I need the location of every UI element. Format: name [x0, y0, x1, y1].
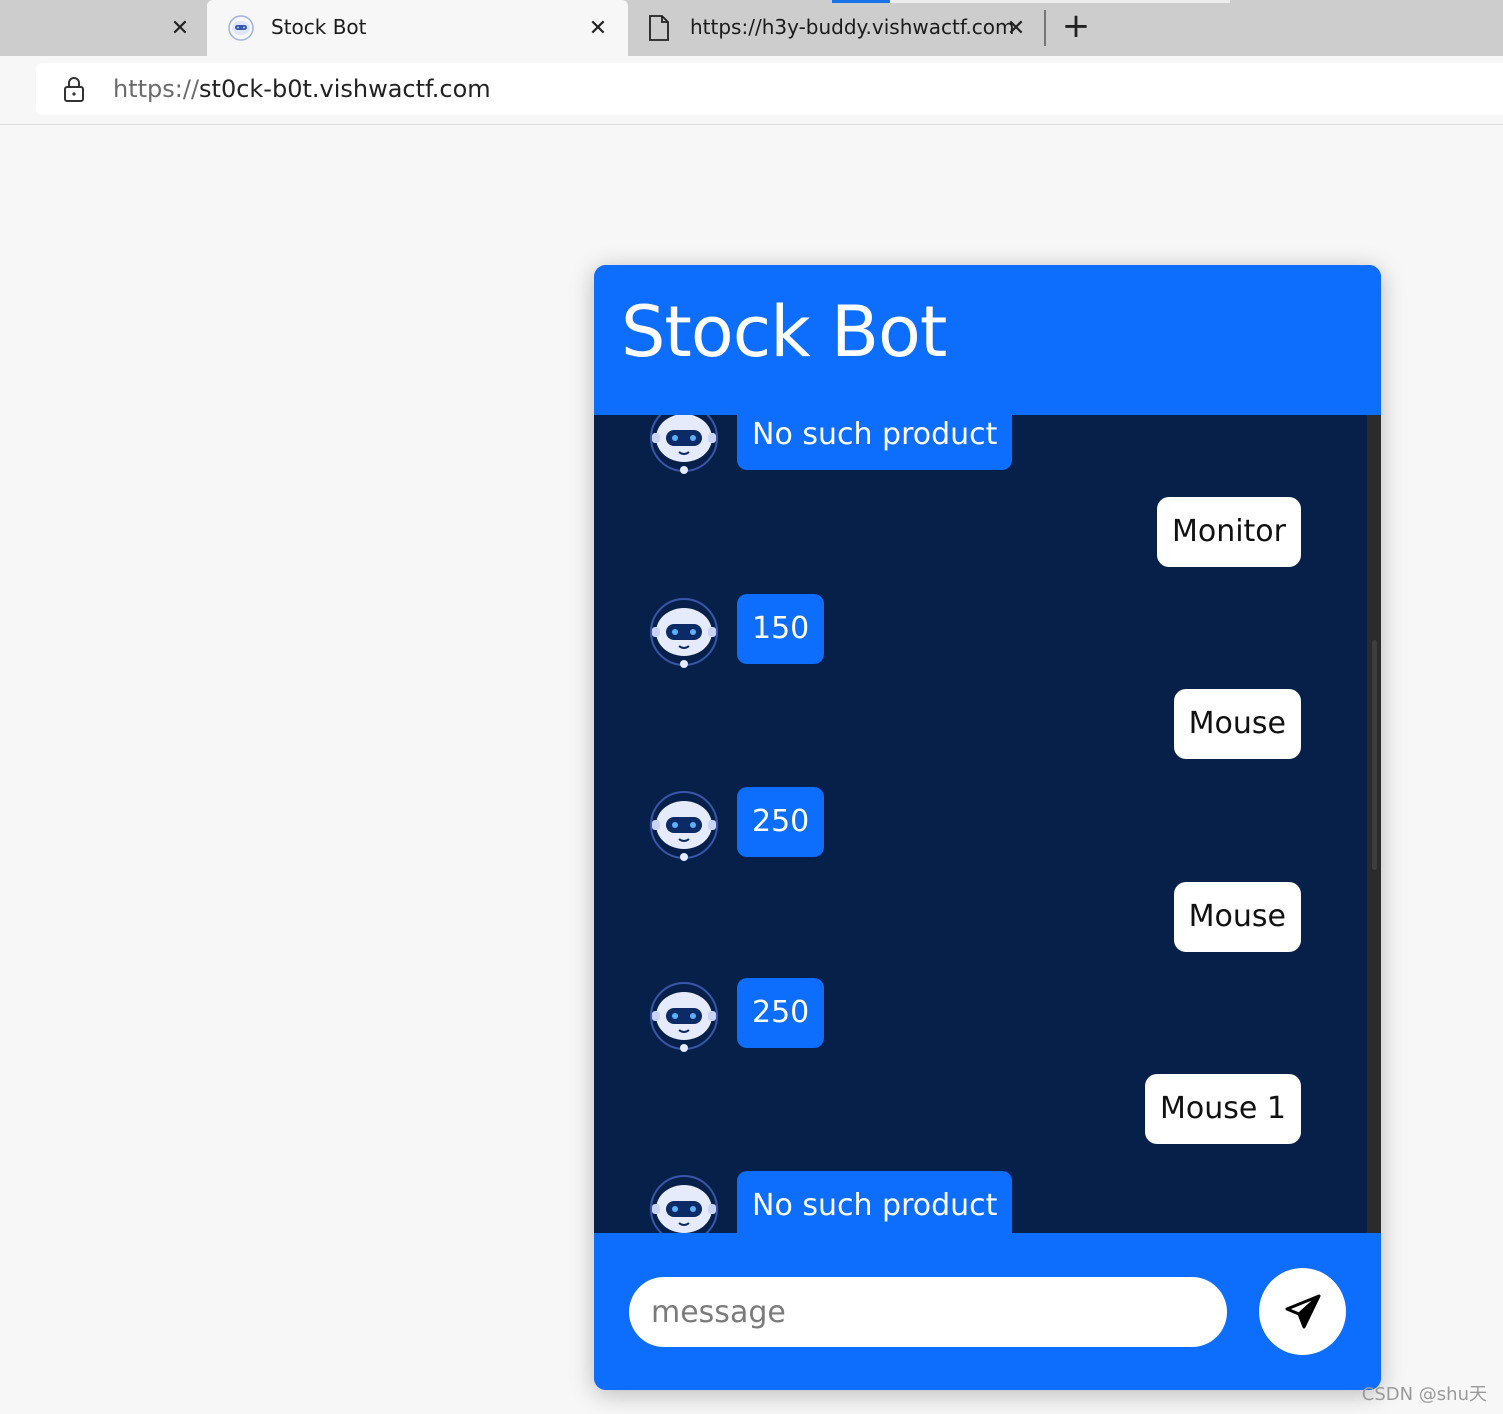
user-message-bubble: Monitor	[1156, 497, 1301, 567]
bot-message: 250	[594, 978, 1367, 1068]
robot-avatar-icon	[644, 594, 724, 674]
new-tab-button[interactable]: +	[1058, 8, 1094, 44]
user-message: Monitor	[594, 497, 1367, 567]
bot-message-bubble: 150	[737, 594, 825, 664]
address-bar: https://st0ck-b0t.vishwactf.com	[0, 56, 1503, 125]
user-message: Mouse 1	[594, 1074, 1367, 1144]
chat-scrollbar-thumb[interactable]	[1372, 640, 1377, 870]
bot-message: 250	[594, 787, 1367, 877]
robot-avatar-icon	[644, 415, 724, 480]
chat-title: Stock Bot	[621, 291, 947, 373]
close-icon[interactable]: ✕	[166, 14, 194, 42]
url-scheme: https://	[113, 75, 200, 103]
bot-message-bubble: No such product	[737, 415, 1013, 470]
url-field[interactable]: https://st0ck-b0t.vishwactf.com	[36, 63, 1503, 115]
url-host: st0ck-b0t.vishwactf.com	[199, 75, 491, 103]
url-text: https://st0ck-b0t.vishwactf.com	[113, 75, 491, 103]
bot-message-bubble: No such product	[737, 1171, 1013, 1233]
tab-separator	[1044, 10, 1046, 46]
close-icon[interactable]: ✕	[584, 14, 612, 42]
chat-footer	[594, 1233, 1381, 1390]
robot-avatar-icon	[644, 787, 724, 867]
message-input[interactable]	[629, 1277, 1227, 1347]
close-icon[interactable]: ✕	[1002, 14, 1030, 42]
chat-header: Stock Bot	[594, 265, 1381, 415]
bot-message: 150	[594, 594, 1367, 684]
tab-title: https://h3y-buddy.vishwactf.com	[690, 15, 1015, 39]
lock-icon[interactable]	[62, 75, 86, 103]
document-icon	[649, 15, 669, 41]
robot-favicon-icon	[228, 15, 254, 41]
browser-tab-h3y-buddy[interactable]: https://h3y-buddy.vishwactf.com ✕	[632, 0, 1230, 56]
chat-scrollbar[interactable]	[1367, 415, 1381, 1233]
paper-plane-icon	[1285, 1294, 1320, 1328]
browser-tab-bar: ✕ Stock Bot ✕ https://h3y-buddy.vishwact…	[0, 0, 1503, 58]
send-button[interactable]	[1259, 1268, 1346, 1355]
robot-avatar-icon	[644, 978, 724, 1058]
watermark: CSDN @shu天	[1361, 1384, 1487, 1405]
bot-message: No such product	[594, 415, 1367, 490]
user-message: Mouse	[594, 689, 1367, 759]
user-message: Mouse	[594, 882, 1367, 952]
chat-messages[interactable]: No such product Monitor 150 Mouse 250 Mo…	[594, 415, 1381, 1233]
browser-tab-previous[interactable]: ✕	[0, 0, 206, 56]
user-message-bubble: Mouse 1	[1145, 1074, 1301, 1144]
user-message-bubble: Mouse	[1173, 882, 1301, 952]
bot-message: No such product	[594, 1171, 1367, 1233]
bot-message-bubble: 250	[737, 787, 825, 857]
user-message-bubble: Mouse	[1173, 689, 1301, 759]
robot-avatar-icon	[644, 1171, 724, 1233]
bot-message-bubble: 250	[737, 978, 825, 1048]
tab-title: Stock Bot	[271, 15, 367, 39]
chat-widget: Stock Bot No such product Monitor 150 Mo…	[594, 265, 1381, 1390]
browser-tab-stock-bot[interactable]: Stock Bot ✕	[207, 0, 628, 58]
